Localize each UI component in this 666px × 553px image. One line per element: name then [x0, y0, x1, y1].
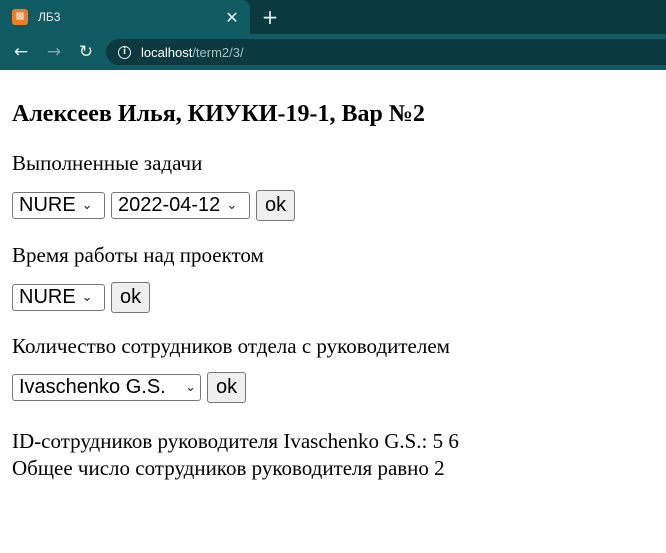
project-time-select-value: NURE [19, 285, 76, 308]
manager-select[interactable]: Ivaschenko G.S. ⌄ [12, 373, 201, 401]
close-tab-icon[interactable]: ✕ [222, 7, 242, 27]
project-time-form: NURE ⌄ ok [12, 281, 654, 313]
back-arrow-icon[interactable]: ← [9, 40, 33, 64]
forward-arrow-icon[interactable]: → [42, 40, 66, 64]
chevron-down-icon: ⌄ [81, 289, 93, 305]
project-select[interactable]: NURE ⌄ [12, 191, 105, 219]
url-path: /term2/3/ [192, 44, 244, 60]
chevron-down-icon: ⌄ [81, 197, 93, 213]
xampp-favicon-icon: ⊠ [12, 9, 28, 25]
completed-tasks-label: Выполненные задачи [12, 151, 203, 175]
manager-select-value: Ivaschenko G.S. [19, 375, 166, 398]
date-select-value: 2022-04-12 [118, 193, 221, 216]
tab-title: ЛБ3 [38, 10, 61, 24]
employee-count-label: Количество сотрудников отдела с руководи… [12, 334, 450, 358]
browser-tab[interactable]: ⊠ ЛБ3 ✕ [0, 0, 250, 34]
site-info-icon[interactable]: i [118, 45, 131, 59]
project-time-select[interactable]: NURE ⌄ [12, 283, 105, 311]
chevron-down-icon: ⌄ [226, 197, 238, 213]
results-output: ID-сотрудников руководителя Ivaschenko G… [12, 428, 654, 482]
project-select-value: NURE [19, 193, 76, 216]
address-bar[interactable]: i localhost /term2/3/ [106, 39, 666, 65]
chevron-down-icon: ⌄ [185, 379, 196, 395]
favicon-glyph: ⊠ [15, 11, 25, 22]
url-host: localhost [141, 44, 193, 60]
new-tab-icon[interactable]: + [258, 5, 282, 29]
date-select[interactable]: 2022-04-12 ⌄ [111, 191, 250, 219]
completed-tasks-ok-button[interactable]: ok [256, 189, 296, 221]
tab-strip: ⊠ ЛБ3 ✕ + [0, 0, 666, 34]
employee-ids-text: ID-сотрудников руководителя Ivaschenko G… [12, 429, 459, 453]
employee-count-form: Ivaschenko G.S. ⌄ ok [12, 371, 654, 403]
completed-tasks-form: NURE ⌄ 2022-04-12 ⌄ ok [12, 189, 654, 221]
employee-total-text: Общее число сотрудников руководителя рав… [12, 456, 445, 480]
browser-toolbar: ← → ↻ i localhost /term2/3/ [0, 34, 666, 70]
project-time-ok-button[interactable]: ok [111, 281, 151, 313]
project-time-label: Время работы над проектом [12, 243, 264, 267]
reload-icon[interactable]: ↻ [74, 40, 98, 64]
page-heading: Алексеев Илья, КИУКИ-19-1, Вар №2 [12, 101, 425, 127]
page-content: Алексеев Илья, КИУКИ-19-1, Вар №2 Выполн… [0, 70, 666, 553]
employee-count-ok-button[interactable]: ok [207, 371, 247, 403]
